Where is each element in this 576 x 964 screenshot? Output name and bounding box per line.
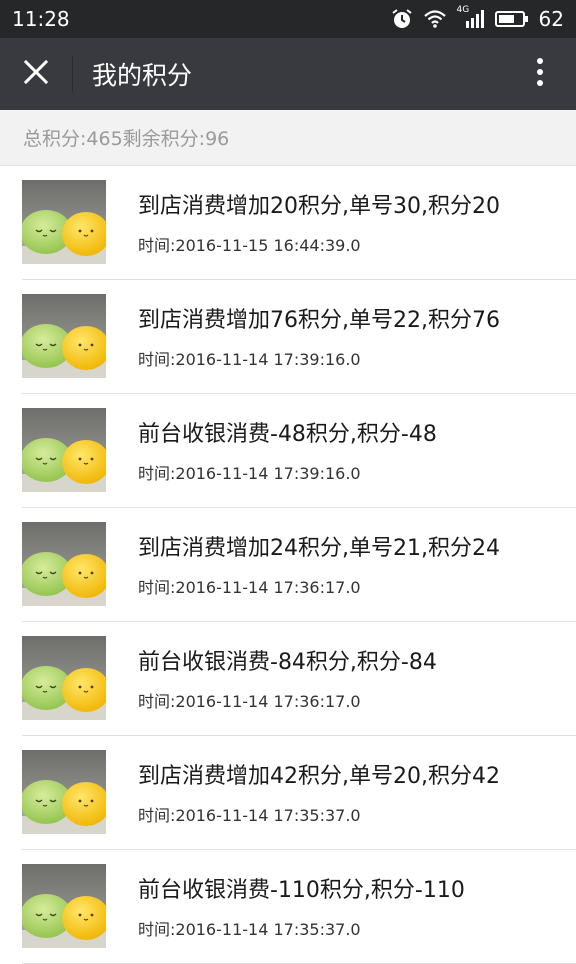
close-icon	[23, 59, 49, 89]
record-title: 到店消费增加76积分,单号22,积分76	[138, 308, 500, 333]
record-thumbnail	[22, 180, 106, 264]
record-item[interactable]: 到店消费增加42积分,单号20,积分42 时间:2016-11-14 17:35…	[0, 736, 576, 850]
record-title: 前台收银消费-110积分,积分-110	[138, 878, 465, 903]
status-time: 11:28	[12, 7, 70, 31]
network-type-label: 4G	[456, 5, 470, 15]
record-thumbnail	[22, 522, 106, 606]
wifi-icon	[423, 9, 447, 29]
page-title: 我的积分	[92, 61, 193, 90]
points-record-list: 到店消费增加20积分,单号30,积分20 时间:2016-11-15 16:44…	[0, 166, 576, 964]
signal-icon: 4G	[457, 5, 485, 29]
record-thumbnail	[22, 636, 106, 720]
record-time: 时间:2016-11-14 17:36:17.0	[138, 578, 361, 597]
record-thumbnail	[22, 864, 106, 948]
battery-level: 62	[538, 7, 564, 31]
record-item[interactable]: 到店消费增加24积分,单号21,积分24 时间:2016-11-14 17:36…	[0, 508, 576, 622]
record-item[interactable]: 前台收银消费-84积分,积分-84 时间:2016-11-14 17:36:17…	[0, 622, 576, 736]
record-title: 到店消费增加42积分,单号20,积分42	[138, 764, 500, 789]
record-thumbnail	[22, 408, 106, 492]
title-divider	[72, 56, 73, 92]
status-bar: 11:28 4G 62	[0, 0, 576, 38]
more-button[interactable]	[518, 38, 562, 110]
points-summary: 总积分:465剩余积分:96	[0, 110, 576, 166]
battery-icon	[494, 10, 529, 28]
record-title: 到店消费增加20积分,单号30,积分20	[138, 194, 500, 219]
close-button[interactable]	[0, 38, 72, 110]
record-item[interactable]: 前台收银消费-110积分,积分-110 时间:2016-11-14 17:35:…	[0, 850, 576, 964]
record-time: 时间:2016-11-14 17:35:37.0	[138, 920, 361, 939]
record-title: 到店消费增加24积分,单号21,积分24	[138, 536, 500, 561]
record-time: 时间:2016-11-14 17:36:17.0	[138, 692, 361, 711]
record-time: 时间:2016-11-15 16:44:39.0	[138, 236, 361, 255]
status-icons: 4G 62	[391, 5, 564, 31]
record-time: 时间:2016-11-14 17:39:16.0	[138, 464, 361, 483]
record-time: 时间:2016-11-14 17:35:37.0	[138, 806, 361, 825]
record-title: 前台收银消费-48积分,积分-48	[138, 422, 437, 447]
record-item[interactable]: 到店消费增加76积分,单号22,积分76 时间:2016-11-14 17:39…	[0, 280, 576, 394]
record-thumbnail	[22, 750, 106, 834]
alarm-icon	[391, 8, 413, 30]
title-bar: 我的积分	[0, 38, 576, 110]
record-item[interactable]: 前台收银消费-48积分,积分-48 时间:2016-11-14 17:39:16…	[0, 394, 576, 508]
more-vertical-icon	[536, 57, 544, 91]
record-item[interactable]: 到店消费增加20积分,单号30,积分20 时间:2016-11-15 16:44…	[0, 166, 576, 280]
record-thumbnail	[22, 294, 106, 378]
record-title: 前台收银消费-84积分,积分-84	[138, 650, 437, 675]
record-time: 时间:2016-11-14 17:39:16.0	[138, 350, 361, 369]
